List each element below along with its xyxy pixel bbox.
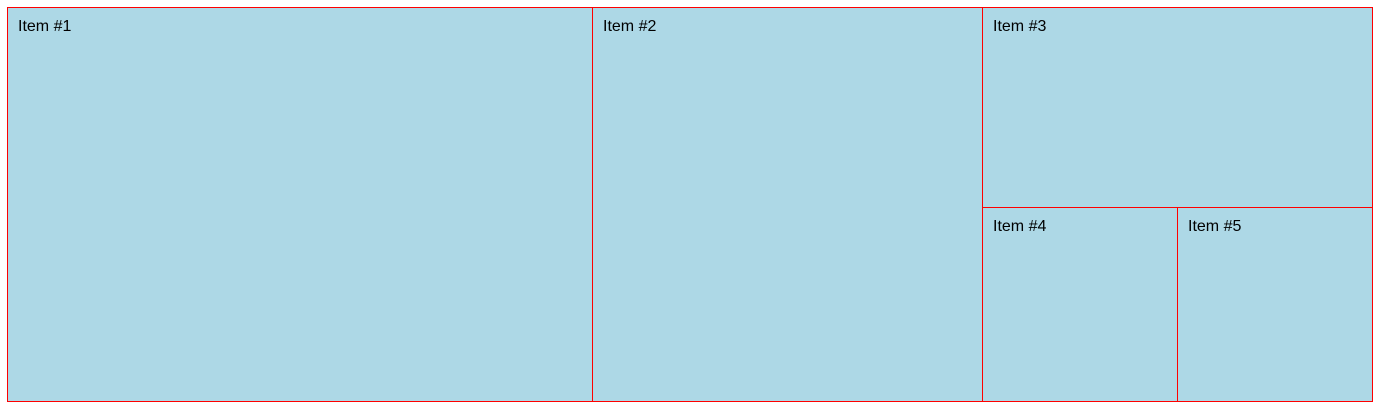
- grid-item-1-label: Item #1: [18, 18, 72, 35]
- grid-item-2-label: Item #2: [603, 18, 657, 35]
- grid-item-1: Item #1: [7, 7, 593, 402]
- grid-item-5-label: Item #5: [1188, 218, 1242, 235]
- grid-item-4-label: Item #4: [993, 218, 1047, 235]
- grid-item-3: Item #3: [982, 7, 1373, 208]
- grid-item-3-label: Item #3: [993, 18, 1047, 35]
- grid-item-2: Item #2: [592, 7, 983, 402]
- grid-container: Item #1 Item #2 Item #3 Item #4 Item #5: [7, 7, 1373, 402]
- grid-item-4: Item #4: [982, 207, 1178, 402]
- grid-item-5: Item #5: [1177, 207, 1373, 402]
